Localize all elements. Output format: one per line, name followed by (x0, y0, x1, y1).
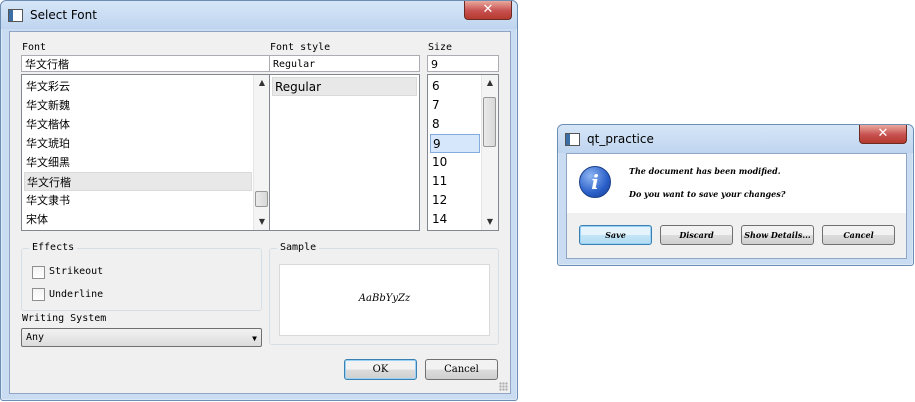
underline-checkbox[interactable] (32, 288, 45, 301)
app-window-icon (565, 133, 580, 146)
size-list-scrollbar[interactable]: ▲ ▼ (481, 75, 498, 230)
message-box-dialog: qt_practice ✕ i The document has been mo… (557, 124, 914, 266)
chevron-down-icon: ▼ (252, 334, 257, 343)
scrollbar-thumb[interactable] (255, 191, 268, 207)
scrollbar-thumb[interactable] (483, 97, 496, 147)
message-text: The document has been modified. (629, 166, 781, 176)
font-style-input[interactable]: Regular (269, 55, 420, 72)
size-list-item[interactable]: 7 (430, 96, 480, 115)
font-dialog-title: Select Font (30, 8, 97, 22)
size-list-item[interactable]: 11 (430, 172, 480, 191)
scroll-up-icon[interactable]: ▲ (254, 75, 270, 91)
size-input[interactable]: 9 (427, 55, 499, 72)
font-label: Font (22, 42, 47, 53)
size-list[interactable]: 6 7 8 9 10 11 12 14 ▲ ▼ (427, 74, 499, 231)
size-list-item[interactable]: 14 (430, 210, 480, 229)
font-dialog-client: Font 华文行楷 华文彩云 华文新魏 华文楷体 华文琥珀 华文细黑 华文行楷 华文隶书 宋体… (9, 31, 511, 394)
font-list-item[interactable]: 华文彩云 (24, 77, 252, 96)
size-list-item[interactable]: 8 (430, 115, 480, 134)
writing-system-label: Writing System (22, 313, 107, 324)
font-list-item[interactable]: 华文楷体 (24, 115, 252, 134)
sample-preview: AaBbYyZz (279, 264, 490, 336)
close-icon[interactable]: ✕ (464, 1, 512, 20)
discard-button[interactable]: Discard (660, 225, 733, 245)
font-list-scrollbar[interactable]: ▲ ▼ (253, 75, 270, 230)
scroll-down-icon[interactable]: ▼ (254, 214, 270, 230)
strikeout-label[interactable]: Strikeout (49, 266, 103, 277)
strikeout-checkbox[interactable] (32, 266, 45, 279)
size-label: Size (428, 42, 453, 53)
size-list-item[interactable]: 9 (430, 134, 480, 153)
sample-text: AaBbYyZz (358, 293, 411, 304)
writing-system-select[interactable]: Any ▼ (21, 328, 262, 347)
resize-grip-icon[interactable] (499, 382, 508, 391)
information-icon: i (579, 166, 611, 198)
size-list-item[interactable]: 10 (430, 153, 480, 172)
font-list-item[interactable]: 华文隶书 (24, 191, 252, 210)
cancel-button[interactable]: Cancel (822, 225, 895, 245)
ok-button[interactable]: OK (344, 359, 417, 380)
message-box-client: i The document has been modified. Do you… (566, 153, 907, 259)
message-box-titlebar[interactable]: qt_practice ✕ (558, 125, 913, 153)
save-button[interactable]: Save (579, 225, 652, 245)
close-icon[interactable]: ✕ (859, 125, 907, 144)
font-input[interactable]: 华文行楷 (21, 55, 271, 72)
font-list-item[interactable]: 华文琥珀 (24, 134, 252, 153)
font-style-label: Font style (270, 42, 331, 53)
select-font-dialog: Select Font ✕ Font 华文行楷 华文彩云 华文新魏 华文楷体 华文琥珀… (0, 0, 518, 401)
scroll-up-icon[interactable]: ▲ (482, 75, 498, 91)
message-button-row: Save Discard Show Details... Cancel (579, 225, 899, 245)
size-list-item[interactable]: 12 (430, 191, 480, 210)
font-style-list[interactable]: Regular (269, 74, 420, 231)
effects-group (21, 248, 262, 311)
scroll-down-icon[interactable]: ▼ (482, 214, 498, 230)
informative-text: Do you want to save your changes? (629, 189, 786, 199)
font-list[interactable]: 华文彩云 华文新魏 华文楷体 华文琥珀 华文细黑 华文行楷 华文隶书 宋体 ▲ ▼ (21, 74, 271, 231)
app-window-icon (8, 9, 23, 22)
cancel-button[interactable]: Cancel (425, 359, 498, 380)
effects-title: Effects (29, 242, 78, 253)
show-details-button[interactable]: Show Details... (741, 225, 814, 245)
message-box-title: qt_practice (587, 132, 654, 146)
font-dialog-titlebar[interactable]: Select Font ✕ (1, 1, 517, 29)
writing-system-value: Any (26, 332, 45, 343)
size-list-item[interactable]: 6 (430, 77, 480, 96)
font-list-item[interactable]: 宋体 (24, 210, 252, 229)
font-list-item[interactable]: 华文细黑 (24, 153, 252, 172)
font-style-list-item[interactable]: Regular (272, 77, 417, 96)
message-area: i The document has been modified. Do you… (567, 154, 906, 213)
sample-title: Sample (277, 242, 320, 253)
underline-label[interactable]: Underline (49, 289, 103, 300)
font-list-item[interactable]: 华文行楷 (24, 172, 252, 191)
font-list-item[interactable]: 华文新魏 (24, 96, 252, 115)
